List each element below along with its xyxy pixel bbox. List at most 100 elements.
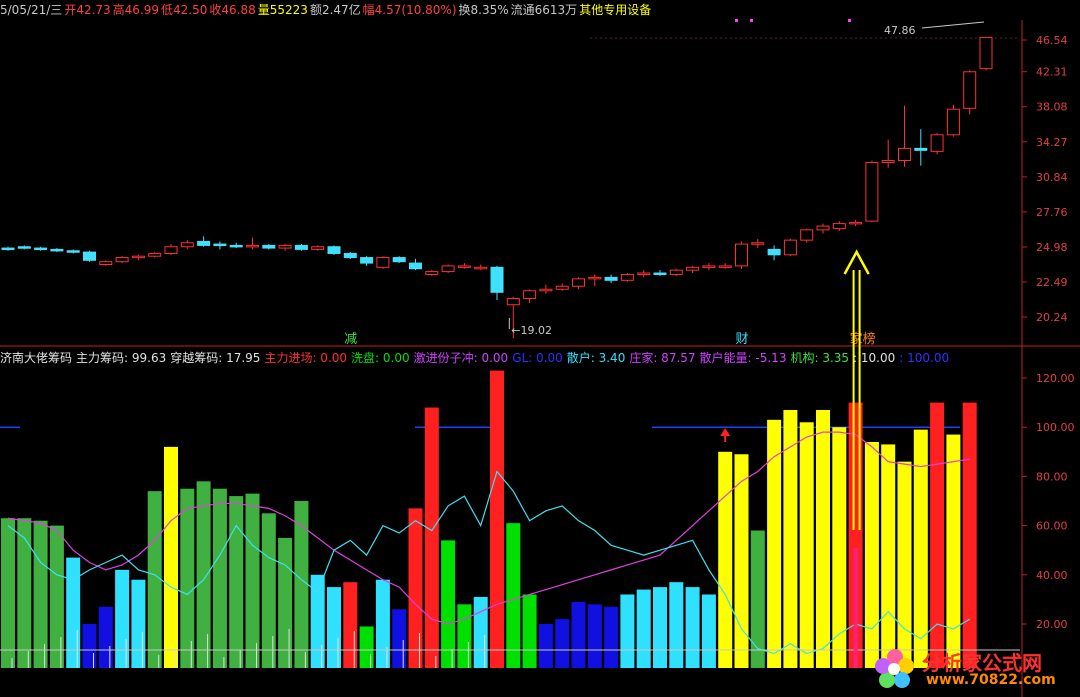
indicator-axis-label: 120.00 — [1036, 372, 1075, 385]
indicator-bar — [343, 582, 358, 668]
candle-body — [523, 290, 537, 299]
candle-body — [474, 266, 488, 270]
candle-body — [832, 223, 846, 230]
indicator-bar — [473, 596, 488, 668]
indicator-bar — [180, 488, 195, 668]
arrow-head-icon — [843, 249, 870, 275]
candle-body — [457, 265, 471, 268]
candle-body — [99, 261, 113, 265]
candle-body — [898, 147, 911, 161]
candle-body — [311, 246, 325, 250]
candle-body — [197, 240, 211, 246]
candle-body — [914, 147, 928, 151]
candle-body — [148, 252, 162, 257]
indicator-bar — [636, 589, 651, 668]
indicator-bar — [131, 579, 146, 668]
candle-body — [604, 276, 618, 281]
price-axis-label: 27.76 — [1036, 206, 1068, 219]
high-pointer — [921, 21, 985, 29]
indicator-bar — [147, 491, 162, 668]
candle-body — [669, 269, 683, 275]
indicator-field-5: 激进份子冲: 0.00 — [413, 351, 509, 365]
candle-body — [294, 244, 308, 250]
indicator-bar — [946, 434, 961, 668]
indicator-bar — [555, 619, 570, 668]
candle-body — [653, 272, 667, 276]
event-label: 减 — [344, 332, 357, 347]
candle-body — [327, 246, 341, 254]
candle-body — [718, 265, 732, 268]
indicator-bar — [571, 601, 586, 668]
candle-body — [131, 255, 145, 259]
candle-body — [963, 71, 977, 109]
candle-body — [702, 265, 716, 268]
indicator-bar — [17, 518, 32, 668]
low-label: ←19.02 — [511, 324, 552, 337]
indicator-field-7: 散户: 3.40 — [566, 351, 626, 365]
indicator-field-9: 散户能量: -5.13 — [699, 351, 787, 365]
indicator-bar — [229, 496, 244, 668]
indicator-field-10: 机构: 3.35 — [790, 351, 850, 365]
candle-body — [229, 244, 243, 248]
candle-body — [360, 257, 374, 264]
price-axis-label: 34.27 — [1036, 136, 1068, 149]
indicator-bar — [196, 481, 211, 668]
indicator-field-3: 主力进场: 0.00 — [264, 351, 348, 365]
candle-body — [66, 250, 80, 253]
indicator-bar — [799, 422, 814, 668]
candle-body — [506, 297, 520, 306]
candle-body — [620, 273, 634, 281]
candle-body — [816, 225, 830, 231]
price-axis-label: 42.31 — [1036, 66, 1068, 79]
indicator-bar — [1, 518, 15, 668]
indicator-bar — [375, 579, 390, 668]
flower-logo-icon — [875, 649, 914, 688]
candle-body — [751, 242, 765, 245]
indicator-bar — [490, 370, 504, 668]
indicator-axis-label: 100.00 — [1036, 421, 1075, 434]
signal-dot — [735, 19, 738, 22]
indicator-bar — [212, 488, 227, 668]
indicator-bar — [261, 513, 276, 668]
indicator-bar — [164, 446, 178, 668]
candle-body — [17, 246, 31, 249]
indicator-field-6: GL: 0.00 — [512, 351, 563, 365]
indicator-bar — [897, 461, 912, 668]
candle-body — [979, 36, 993, 70]
signal-dot — [848, 19, 851, 22]
candle-body — [343, 252, 357, 259]
indicator-bar — [962, 402, 977, 668]
candle-body — [425, 271, 439, 275]
candle-body — [1, 247, 15, 251]
indicator-bar — [816, 409, 830, 668]
signal-dot — [750, 19, 753, 22]
indicator-header: 济南大佬筹码 主力筹码: 99.63 穿越筹码: 17.95 主力进场: 0.00 洗盘… — [0, 348, 1080, 368]
candle-body — [849, 221, 863, 225]
indicator-bar — [82, 624, 97, 668]
candle-body — [588, 276, 602, 280]
price-axis-label: 24.98 — [1036, 241, 1068, 254]
price-axis-label: 20.24 — [1036, 311, 1068, 324]
watermark: 分析家公式网 www.70822.com — [864, 645, 1074, 693]
candle-body — [735, 243, 748, 267]
indicator-bar — [327, 587, 341, 668]
price-axis-label: 38.08 — [1036, 101, 1068, 114]
indicator-bar — [49, 525, 64, 668]
indicator-axis-label: 80.00 — [1036, 470, 1068, 483]
candle-body — [213, 243, 227, 247]
indicator-field-0: 济南大佬筹码 — [0, 351, 73, 365]
candle-body — [50, 248, 64, 252]
candle-body — [83, 251, 96, 261]
indicator-bar — [701, 594, 716, 668]
indicator-bar — [653, 587, 667, 668]
indicator-bar — [359, 626, 374, 668]
indicator-bar — [881, 444, 896, 668]
signal-spike — [853, 548, 858, 668]
indicator-bar — [424, 407, 439, 668]
indicator-bar — [33, 520, 48, 668]
event-label: 财 — [736, 332, 749, 347]
candle-body — [865, 162, 879, 222]
indicator-bar — [832, 427, 847, 668]
candle-body — [441, 265, 455, 273]
candle-body — [572, 278, 585, 287]
